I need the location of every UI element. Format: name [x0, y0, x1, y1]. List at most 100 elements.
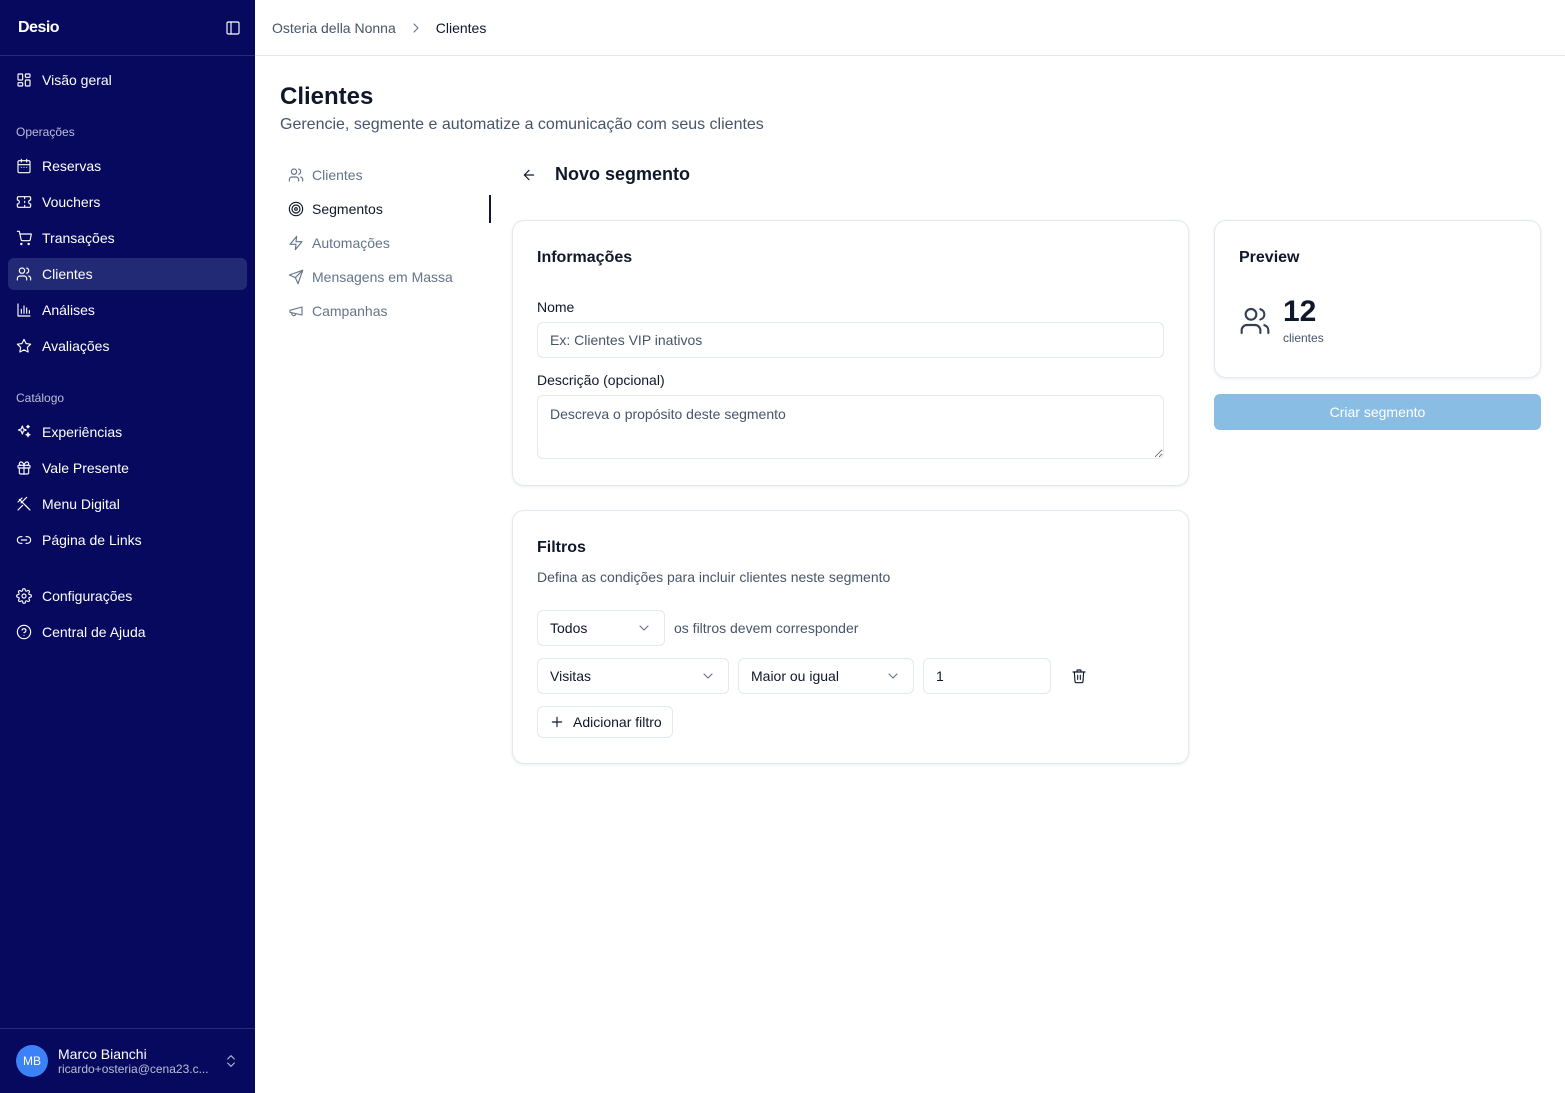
- sidebar-item-transacoes[interactable]: Transações: [8, 222, 247, 254]
- sidebar-item-label: Experiências: [42, 424, 123, 440]
- sidebar-item-pagina-links[interactable]: Página de Links: [8, 524, 247, 556]
- megaphone-icon: [288, 303, 304, 319]
- match-row: Todos os filtros devem corresponder: [537, 610, 1164, 646]
- filters-card: Filtros Defina as condições para incluir…: [512, 510, 1189, 764]
- sidebar-item-analises[interactable]: Análises: [8, 294, 247, 326]
- filters-description: Defina as condições para incluir cliente…: [537, 569, 891, 585]
- filter-value-input[interactable]: [923, 658, 1051, 694]
- sidebar-item-label: Configurações: [42, 588, 133, 604]
- sidebar-item-label: Vouchers: [42, 194, 101, 210]
- sidebar-item-avaliacoes[interactable]: Avaliações: [8, 330, 247, 362]
- sidebar-item-overview[interactable]: Visão geral: [8, 64, 247, 96]
- sidebar-item-reservas[interactable]: Reservas: [8, 150, 247, 182]
- page-subtitle: Gerencie, segmente e automatize a comuni…: [280, 116, 764, 133]
- breadcrumb: Osteria della Nonna Clientes: [255, 0, 1565, 56]
- subnav-item-label: Mensagens em Massa: [312, 269, 453, 285]
- delete-filter-button[interactable]: [1061, 658, 1097, 694]
- sidebar-item-label: Clientes: [42, 266, 93, 282]
- info-card-title: Informações: [537, 249, 633, 266]
- preview-stat: 12 clientes: [1239, 297, 1516, 345]
- group-label: Operações: [16, 125, 75, 139]
- sidebar-item-label: Menu Digital: [42, 496, 120, 512]
- segment-heading: Novo segmento: [555, 164, 691, 184]
- filter-operator-select[interactable]: Maior ou igual: [738, 658, 914, 694]
- zap-icon: [288, 235, 304, 251]
- chevron-down-icon: [636, 620, 652, 636]
- main-content: Clientes Gerencie, segmente e automatize…: [255, 56, 1565, 1093]
- match-text: os filtros devem corresponder: [674, 620, 859, 636]
- sidebar-toggle-icon[interactable]: [225, 20, 241, 36]
- clientes-subnav: Clientes Segmentos Automações Mensagens …: [280, 158, 492, 328]
- user-email: ricardo+osteria@cena23.c...: [58, 1062, 209, 1076]
- sidebar-item-label: Análises: [42, 302, 95, 318]
- subnav-active-indicator: [489, 195, 491, 223]
- user-menu[interactable]: MB Marco Bianchi ricardo+osteria@cena23.…: [0, 1028, 255, 1093]
- user-name: Marco Bianchi: [58, 1046, 147, 1062]
- subnav-item-campanhas[interactable]: Campanhas: [280, 294, 492, 328]
- sidebar-item-experiencias[interactable]: Experiências: [8, 416, 247, 448]
- logo[interactable]: Desio: [18, 19, 60, 37]
- users-icon: [1239, 305, 1271, 337]
- dashboard-icon: [16, 72, 32, 88]
- sidebar-item-configuracoes[interactable]: Configurações: [8, 580, 247, 612]
- sparkles-icon: [16, 424, 32, 440]
- breadcrumb-current: Clientes: [435, 19, 487, 36]
- add-filter-button[interactable]: Adicionar filtro: [537, 706, 673, 738]
- sidebar: Desio Visão geral Operações Reservas Vou…: [0, 0, 255, 1093]
- sidebar-header: Desio: [0, 0, 255, 56]
- utensils-icon: [16, 496, 32, 512]
- breadcrumb-parent[interactable]: Osteria della Nonna: [272, 20, 396, 36]
- sidebar-item-clientes[interactable]: Clientes: [8, 258, 247, 290]
- sidebar-item-central-ajuda[interactable]: Central de Ajuda: [8, 616, 247, 648]
- subnav-item-clientes[interactable]: Clientes: [280, 158, 492, 192]
- help-circle-icon: [16, 624, 32, 640]
- sidebar-item-label: Central de Ajuda: [42, 624, 146, 640]
- name-label: Nome: [537, 299, 575, 315]
- sidebar-item-vouchers[interactable]: Vouchers: [8, 186, 247, 218]
- match-select-value: Todos: [550, 620, 588, 636]
- sidebar-item-label: Vale Presente: [42, 460, 129, 476]
- subnav-item-label: Segmentos: [312, 201, 383, 217]
- sidebar-item-label: Reservas: [42, 158, 102, 174]
- calendar-icon: [16, 158, 32, 174]
- arrow-left-icon[interactable]: [521, 167, 537, 183]
- sidebar-group-catalogo: Catálogo Experiências Vale Presente Menu…: [8, 382, 247, 556]
- sidebar-item-label: Página de Links: [42, 532, 142, 548]
- description-textarea[interactable]: [537, 395, 1164, 459]
- users-icon: [16, 266, 32, 282]
- description-label: Descrição (opcional): [537, 372, 665, 388]
- filter-field-select[interactable]: Visitas: [537, 658, 729, 694]
- info-card: Informações Nome Descrição (opcional): [512, 220, 1189, 486]
- sidebar-item-label: Avaliações: [42, 338, 110, 354]
- cart-icon: [16, 230, 32, 246]
- sidebar-item-menu-digital[interactable]: Menu Digital: [8, 488, 247, 520]
- name-input[interactable]: [537, 322, 1164, 358]
- preview-card: Preview 12 clientes: [1214, 220, 1541, 378]
- filter-field-value: Visitas: [550, 668, 591, 684]
- chevron-down-icon: [885, 668, 901, 684]
- filter-operator-value: Maior ou igual: [751, 668, 839, 684]
- segment-header: Novo segmento: [521, 164, 690, 185]
- users-icon: [288, 167, 304, 183]
- match-select[interactable]: Todos: [537, 610, 665, 646]
- sidebar-item-vale-presente[interactable]: Vale Presente: [8, 452, 247, 484]
- filter-rule-row: Visitas Maior ou igual: [537, 658, 1164, 694]
- ticket-icon: [16, 194, 32, 210]
- preview-count: 12: [1283, 295, 1317, 328]
- sidebar-nav: Visão geral Operações Reservas Vouchers …: [0, 56, 255, 648]
- trash-icon: [1071, 668, 1087, 684]
- plus-icon: [549, 714, 565, 730]
- sidebar-item-label: Transações: [42, 230, 115, 246]
- subnav-item-label: Automações: [312, 235, 390, 251]
- subnav-item-mensagens-massa[interactable]: Mensagens em Massa: [280, 260, 492, 294]
- subnav-item-segmentos[interactable]: Segmentos: [280, 192, 492, 226]
- create-segment-button[interactable]: Criar segmento: [1214, 394, 1541, 430]
- add-filter-label: Adicionar filtro: [573, 714, 662, 730]
- preview-count-block: 12 clientes: [1283, 295, 1324, 346]
- chevrons-up-down-icon: [223, 1053, 239, 1069]
- subnav-item-label: Campanhas: [312, 303, 388, 319]
- subnav-item-automacoes[interactable]: Automações: [280, 226, 492, 260]
- link-icon: [16, 532, 32, 548]
- send-icon: [288, 269, 304, 285]
